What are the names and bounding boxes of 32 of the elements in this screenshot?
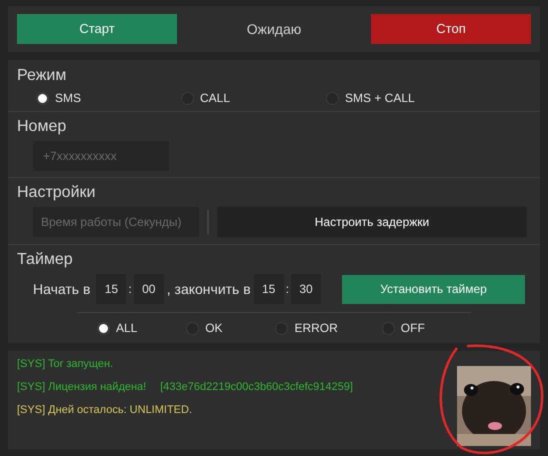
delays-button[interactable]: Настроить задержки [217, 207, 527, 237]
section-title: Настройки [17, 183, 96, 203]
radio-label: CALL [200, 90, 230, 107]
status-text: Ожидаю [246, 20, 302, 39]
radio-button[interactable] [97, 322, 110, 334]
stop-button[interactable]: Стоп [371, 14, 531, 44]
set-timer-button[interactable]: Установить таймер [342, 274, 526, 304]
section-title: Номер [17, 117, 66, 137]
radio-label: OK [205, 320, 223, 337]
time-separator: : [127, 281, 133, 298]
log-line: [433e76d2219c00c3b60c3cfefc914259] [160, 380, 353, 396]
minute-field[interactable]: 00 [134, 274, 164, 304]
hour-field[interactable]: 15 [254, 274, 284, 304]
radio-button[interactable] [36, 92, 49, 104]
start-label: Начать в [33, 280, 90, 298]
log-line: [SYS] Дней осталось: UNLIMITED. [17, 403, 192, 418]
end-label: , закончить в [166, 280, 251, 298]
start-button[interactable]: Старт [17, 14, 177, 44]
radio-label: ALL [116, 320, 138, 337]
log-line: [SYS] Лицензия найдена! [17, 380, 146, 396]
hour-field[interactable]: 15 [96, 274, 126, 304]
section-title: Режим [17, 66, 66, 86]
radio-label: SMS + CALL [345, 90, 415, 107]
time-separator: : [284, 281, 290, 298]
phone-field[interactable]: +7xxxxxxxxxx [33, 141, 169, 171]
work-time-field[interactable]: Время работы (Секунды) [33, 207, 199, 237]
radio-label: ERROR [294, 320, 338, 337]
section-title: Таймер [17, 250, 73, 270]
radio-label: OFF [400, 320, 425, 337]
log-line: [SYS] Tor запущен. [17, 357, 114, 372]
radio-label: SMS [55, 90, 82, 107]
minute-field[interactable]: 30 [291, 274, 322, 304]
